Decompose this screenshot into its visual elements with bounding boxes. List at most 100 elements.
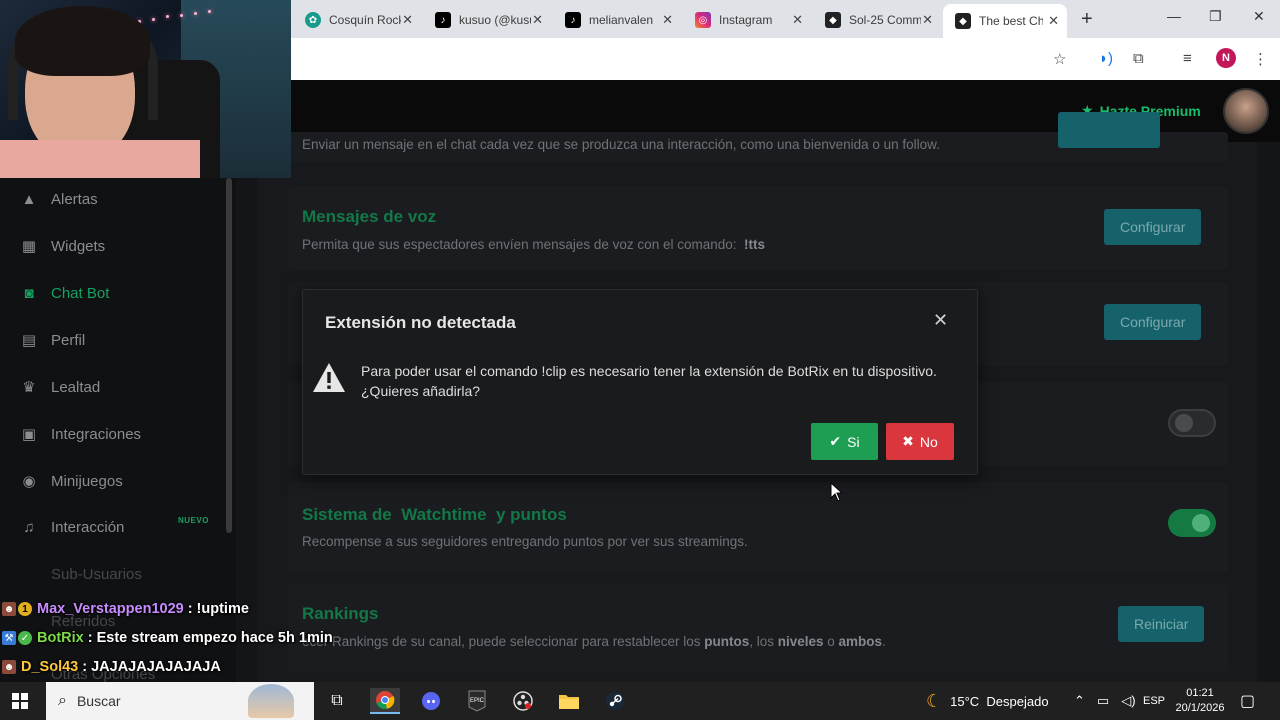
- webcam-overlay: [0, 0, 291, 178]
- sidebar-item-integraciones[interactable]: ▣ Integraciones: [20, 423, 141, 445]
- sidebar-item-chat-bot[interactable]: ◙ Chat Bot: [20, 282, 109, 304]
- user-avatar[interactable]: [1223, 88, 1269, 134]
- file-explorer-icon[interactable]: [554, 688, 584, 714]
- chat-message: ☻ D_Sol43 : JAJAJAJAJAJAJA: [2, 659, 221, 675]
- bookmark-star-icon[interactable]: ☆: [1053, 50, 1066, 68]
- chrome-icon[interactable]: [370, 688, 400, 714]
- minimize-icon[interactable]: —: [1167, 8, 1181, 24]
- profile-avatar[interactable]: N: [1216, 48, 1236, 68]
- watchtime-toggle[interactable]: [1168, 509, 1216, 537]
- maximize-icon[interactable]: ❐: [1209, 8, 1222, 25]
- sidebar-item-minijuegos[interactable]: ◉ Minijuegos: [20, 470, 122, 492]
- robot-icon: ◙: [24, 284, 34, 302]
- hidden-config-button[interactable]: Configurar: [1104, 304, 1202, 340]
- close-icon[interactable]: ✕: [532, 12, 543, 28]
- discord-icon[interactable]: [416, 688, 446, 714]
- taskbar-search[interactable]: ⌕ Buscar: [46, 682, 314, 720]
- tiktok-icon: ♪: [565, 12, 581, 28]
- robot-badge-icon: ⚒: [2, 631, 16, 645]
- chat-message: ☻ 1 Max_Verstappen1029 : !uptime: [2, 601, 249, 617]
- media-control-icon[interactable]: ≡: [1183, 50, 1192, 67]
- taskbar-clock[interactable]: 01:21 20/1/2026: [1168, 686, 1232, 716]
- sidebar-item-sub-usuarios[interactable]: Sub-Usuarios: [20, 563, 142, 585]
- gold-badge-icon: 1: [18, 602, 32, 616]
- mouse-cursor-icon: [830, 482, 844, 502]
- voice-messages-card: Mensajes de voz Permita que sus espectad…: [288, 186, 1228, 270]
- botrix-icon: ◆: [955, 13, 971, 29]
- music-icon: ♫: [23, 518, 35, 536]
- close-icon[interactable]: ✕: [402, 12, 413, 28]
- windows-start-icon[interactable]: [12, 693, 28, 709]
- new-badge: NUEVO: [178, 516, 209, 525]
- windows-taskbar: ⌕ Buscar ⧉ EPIC ☾ 15°C Despejado ⌃ ▭ ◁) …: [0, 682, 1280, 720]
- id-card-icon: ▤: [21, 332, 37, 349]
- task-view-icon[interactable]: ⧉: [322, 688, 352, 714]
- notification-icon[interactable]: ▢: [1240, 682, 1255, 720]
- window-close-icon[interactable]: ✕: [1253, 8, 1265, 25]
- check-icon: ✔: [829, 433, 842, 449]
- voice-config-button[interactable]: Configurar: [1104, 209, 1202, 245]
- botrix-icon: ◆: [825, 12, 841, 28]
- read-aloud-icon[interactable]: ◗): [1099, 50, 1113, 67]
- interaction-card: Enviar un mensaje en el chat cada vez qu…: [288, 112, 1228, 162]
- close-icon[interactable]: ✕: [933, 310, 948, 331]
- user-badge-icon: ☻: [2, 602, 16, 616]
- search-icon: ⌕: [58, 692, 67, 709]
- warning-icon: [313, 363, 345, 392]
- tab-kusuo[interactable]: ♪ kusuo (@kusuo) ✕: [423, 6, 551, 34]
- sidebar-scrollbar[interactable]: [226, 178, 232, 533]
- dialog-title: Extensión no detectada: [325, 313, 516, 332]
- language-indicator[interactable]: ESP: [1143, 682, 1165, 720]
- sidebar-item-interaccion[interactable]: ♫ Interacción: [20, 516, 124, 538]
- tab-cosquin[interactable]: ✿ Cosquín Rock ✕: [293, 6, 421, 34]
- weather-icon: ☾: [926, 690, 943, 711]
- sidebar-item-widgets[interactable]: ▦ Widgets: [20, 235, 105, 257]
- trophy-icon: ♛: [22, 379, 36, 396]
- warning-icon: ▲: [21, 190, 37, 208]
- extensions-icon[interactable]: ⧉: [1133, 50, 1144, 67]
- rankings-reset-button[interactable]: Reiniciar: [1118, 606, 1205, 642]
- tiktok-icon: ♪: [435, 12, 451, 28]
- close-icon[interactable]: ✕: [922, 12, 933, 28]
- gamepad-icon: ◉: [22, 473, 36, 490]
- widgets-icon: ▦: [21, 238, 37, 255]
- tab-sol25[interactable]: ◆ Sol-25 Comms ✕: [813, 6, 941, 34]
- browser-tab-bar: ✿ Cosquín Rock ✕ ♪ kusuo (@kusuo) ✕ ♪ me…: [291, 0, 1280, 38]
- chevron-up-icon[interactable]: ⌃: [1074, 693, 1085, 709]
- dialog-message: Para poder usar el comando !clip es nece…: [361, 363, 937, 399]
- network-icon[interactable]: ▭: [1097, 693, 1109, 709]
- interaction-config-button[interactable]: [1058, 112, 1160, 148]
- svg-text:EPIC: EPIC: [470, 698, 485, 704]
- new-tab-icon[interactable]: +: [1081, 8, 1093, 31]
- rankings-desc: ecer Rankings de su canal, puede selecci…: [302, 634, 886, 649]
- tab-the-best-chat[interactable]: ◆ The best Chat ✕: [943, 4, 1067, 38]
- tab-melianvalen[interactable]: ♪ melianvalen ✕: [553, 6, 681, 34]
- epic-games-icon[interactable]: EPIC: [462, 688, 492, 714]
- weather-widget[interactable]: ☾ 15°C Despejado: [926, 682, 1049, 720]
- volume-icon[interactable]: ◁): [1121, 693, 1135, 709]
- cross-icon: ✖: [902, 433, 914, 449]
- cosquin-icon: ✿: [305, 12, 321, 28]
- obs-icon[interactable]: [508, 688, 538, 714]
- tab-instagram[interactable]: ◎ Instagram ✕: [683, 6, 811, 34]
- sidebar-item-perfil[interactable]: ▤ Perfil: [20, 329, 85, 351]
- sidebar-item-lealtad[interactable]: ♛ Lealtad: [20, 376, 100, 398]
- search-highlight-image: [248, 684, 294, 718]
- close-icon[interactable]: ✕: [792, 12, 803, 28]
- watchtime-card: Sistema de Watchtime y puntos Recompense…: [288, 482, 1228, 572]
- verified-badge-icon: ✓: [18, 631, 32, 645]
- steam-icon[interactable]: [600, 688, 630, 714]
- sidebar-item-alertas[interactable]: ▲ Alertas: [20, 188, 98, 210]
- rankings-card: Rankings ecer Rankings de su canal, pued…: [288, 584, 1228, 672]
- browser-toolbar: ☆ ◗) ⧉ ≡ N ⋮: [291, 38, 1280, 80]
- close-icon[interactable]: ✕: [1048, 13, 1059, 29]
- extension-not-detected-dialog: Extensión no detectada ✕ Para poder usar…: [302, 289, 978, 475]
- hidden-toggle[interactable]: [1168, 409, 1216, 437]
- instagram-icon: ◎: [695, 12, 711, 28]
- yes-button[interactable]: ✔ Si: [811, 423, 878, 460]
- no-button[interactable]: ✖ No: [886, 423, 954, 460]
- integrations-icon: ▣: [21, 426, 37, 443]
- close-icon[interactable]: ✕: [662, 12, 673, 28]
- chat-message: ⚒ ✓ BotRix : Este stream empezo hace 5h …: [2, 630, 333, 646]
- menu-dots-icon[interactable]: ⋮: [1253, 50, 1268, 68]
